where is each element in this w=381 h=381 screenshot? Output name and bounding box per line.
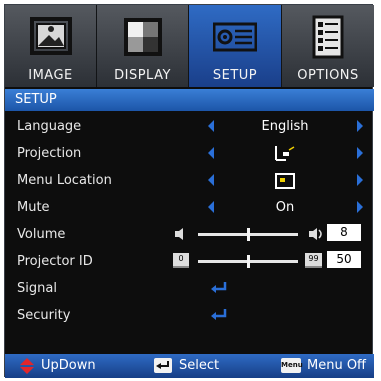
arrow-left-icon[interactable] (208, 147, 214, 159)
menu-location-icon (275, 173, 295, 189)
projector-id-min-icon[interactable]: 0 (173, 253, 189, 268)
projector-id-value: 50 (327, 251, 361, 268)
arrow-left-icon[interactable] (208, 174, 214, 186)
footer-select-label: Select (179, 358, 220, 373)
tab-options-label: OPTIONS (297, 68, 359, 83)
projector-osd-menu: IMAGE DISPLAY SETUP OPTIONS SETUP Langua… (4, 4, 374, 378)
mute-label: Mute (17, 200, 50, 215)
options-icon (312, 15, 344, 59)
projector-icon (213, 22, 257, 52)
arrow-left-icon[interactable] (208, 201, 214, 213)
projector-id-slider[interactable] (198, 255, 298, 268)
arrow-right-icon[interactable] (357, 201, 363, 213)
row-menu-location[interactable]: Menu Location (5, 167, 374, 194)
footer-updown-label: UpDown (41, 358, 96, 373)
row-projection[interactable]: Projection (5, 140, 374, 167)
display-icon (123, 18, 162, 56)
updown-arrows-icon (20, 358, 34, 374)
arrow-right-icon[interactable] (357, 174, 363, 186)
tab-options[interactable]: OPTIONS (282, 5, 374, 87)
mute-value: On (275, 200, 295, 215)
volume-value: 8 (327, 224, 361, 241)
tab-display[interactable]: DISPLAY (97, 5, 189, 87)
tab-display-label: DISPLAY (114, 68, 171, 83)
tab-setup-label: SETUP (212, 68, 258, 83)
arrow-right-icon[interactable] (357, 120, 363, 132)
security-label: Security (17, 308, 71, 323)
volume-up-icon[interactable] (307, 226, 325, 242)
row-mute[interactable]: Mute On (5, 194, 374, 221)
tab-setup[interactable]: SETUP (189, 5, 282, 87)
volume-label: Volume (17, 227, 66, 242)
footer-hint-bar: UpDown Select Menu Menu Off (5, 354, 374, 378)
arrow-left-icon[interactable] (208, 120, 214, 132)
row-language[interactable]: Language English (5, 113, 374, 140)
row-volume[interactable]: Volume 8 (5, 221, 374, 248)
image-icon (29, 17, 72, 55)
section-header: SETUP (5, 89, 374, 111)
language-value: English (261, 119, 309, 134)
language-label: Language (17, 119, 82, 134)
section-title: SETUP (15, 92, 57, 107)
row-signal[interactable]: Signal (5, 275, 374, 302)
row-projector-id[interactable]: Projector ID 0 99 50 (5, 248, 374, 275)
menu-key-icon: Menu (281, 358, 303, 373)
main-tabs: IMAGE DISPLAY SETUP OPTIONS (5, 5, 374, 87)
enter-key-icon (154, 358, 172, 373)
volume-slider[interactable] (198, 228, 298, 241)
projection-mode-icon (275, 146, 295, 161)
signal-label: Signal (17, 281, 57, 296)
projector-id-max-icon[interactable]: 99 (305, 253, 322, 268)
tab-image[interactable]: IMAGE (5, 5, 97, 87)
projector-id-label: Projector ID (17, 254, 93, 269)
menu-location-label: Menu Location (17, 173, 112, 188)
projection-label: Projection (17, 146, 82, 161)
volume-down-icon[interactable] (173, 227, 187, 241)
row-security[interactable]: Security (5, 302, 374, 329)
projector-id-slider-knob[interactable] (247, 255, 250, 268)
footer-menu-off-label: Menu Off (307, 358, 367, 373)
tab-image-label: IMAGE (28, 68, 73, 83)
arrow-right-icon[interactable] (357, 147, 363, 159)
enter-icon[interactable] (210, 281, 228, 295)
volume-slider-knob[interactable] (247, 228, 250, 241)
enter-icon[interactable] (210, 308, 228, 322)
